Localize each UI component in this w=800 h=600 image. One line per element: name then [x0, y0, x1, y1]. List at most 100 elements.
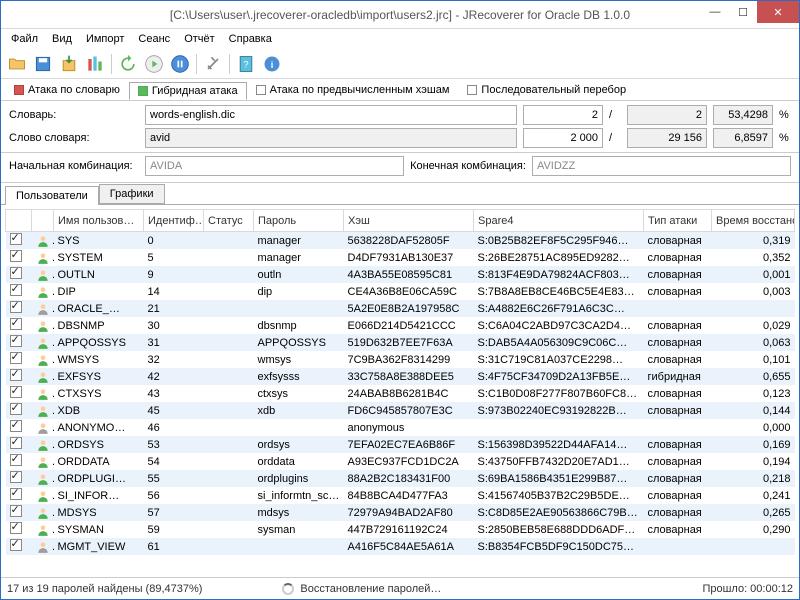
user-icon: [36, 540, 50, 554]
cell-user: ORDDATA: [54, 453, 144, 470]
close-button[interactable]: ✕: [757, 1, 799, 23]
refresh-icon[interactable]: [116, 52, 140, 76]
save-icon[interactable]: [31, 52, 55, 76]
table-row[interactable]: DBSNMP30dbsnmpE066D214D5421CCCS:C6A04C2A…: [6, 317, 795, 334]
row-checkbox[interactable]: [10, 386, 22, 398]
cell-time: 0,123: [712, 385, 795, 402]
menu-import[interactable]: Импорт: [80, 31, 130, 47]
tab-charts[interactable]: Графики: [99, 184, 165, 204]
table-row[interactable]: MGMT_VIEW61A416F5C84AE5A61AS:B8354FCB5DF…: [6, 538, 795, 555]
table-row[interactable]: ORDSYS53ordsys7EFA02EC7EA6B86FS:156398D3…: [6, 436, 795, 453]
cell-status: [204, 504, 254, 521]
table-row[interactable]: XDB45xdbFD6C945857807E3CS:973B02240EC931…: [6, 402, 795, 419]
row-checkbox[interactable]: [10, 454, 22, 466]
users-grid[interactable]: Имя пользов… Идентиф… Статус Пароль Хэш …: [1, 205, 799, 577]
separator: [196, 54, 197, 74]
row-checkbox[interactable]: [10, 437, 22, 449]
header-row: Имя пользов… Идентиф… Статус Пароль Хэш …: [6, 210, 795, 232]
maximize-button[interactable]: ☐: [729, 1, 757, 23]
tab-hybrid[interactable]: Гибридная атака: [129, 82, 247, 100]
table-row[interactable]: WMSYS32wmsys7C9BA362F8314299S:31C719C81A…: [6, 351, 795, 368]
menubar: Файл Вид Импорт Сеанс Отчёт Справка: [1, 29, 799, 49]
col-spare4[interactable]: Spare4: [474, 210, 644, 232]
titlebar: [C:\Users\user\.jrecoverer-oracledb\impo…: [1, 1, 799, 29]
table-row[interactable]: SYSTEM5managerD4DF7931AB130E37S:26BE2875…: [6, 249, 795, 266]
start-comb-input[interactable]: [145, 156, 404, 176]
menu-report[interactable]: Отчёт: [178, 31, 220, 47]
row-checkbox[interactable]: [10, 522, 22, 534]
table-row[interactable]: SI_INFOR…56si_informtn_sc…84B8BCA4D477FA…: [6, 487, 795, 504]
dict-input[interactable]: [145, 105, 517, 125]
play-icon[interactable]: [142, 52, 166, 76]
row-checkbox[interactable]: [10, 369, 22, 381]
row-checkbox[interactable]: [10, 352, 22, 364]
menu-session[interactable]: Сеанс: [132, 31, 176, 47]
row-checkbox[interactable]: [10, 284, 22, 296]
cell-attack: словарная: [644, 249, 712, 266]
pause-icon[interactable]: [168, 52, 192, 76]
menu-file[interactable]: Файл: [5, 31, 44, 47]
row-checkbox[interactable]: [10, 505, 22, 517]
tab-users[interactable]: Пользователи: [5, 186, 99, 205]
dict-cur[interactable]: [523, 105, 603, 125]
table-row[interactable]: MDSYS57mdsys72979A94BAD2AF80S:C8D85E2AE9…: [6, 504, 795, 521]
col-user[interactable]: Имя пользов…: [54, 210, 144, 232]
import-icon[interactable]: [57, 52, 81, 76]
tab-precomputed[interactable]: Атака по предвычисленным хэшам: [247, 81, 459, 99]
menu-help[interactable]: Справка: [223, 31, 278, 47]
cell-hash: 33C758A8E388DEE5: [344, 368, 474, 385]
table-row[interactable]: CTXSYS43ctxsys24ABAB8B6281B4CS:C1B0D08F2…: [6, 385, 795, 402]
col-hash[interactable]: Хэш: [344, 210, 474, 232]
table-row[interactable]: OUTLN9outln4A3BA55E08595C81S:813F4E9DA79…: [6, 266, 795, 283]
word-cur[interactable]: [523, 128, 603, 148]
tab-dictionary[interactable]: Атака по словарю: [5, 81, 129, 99]
col-check[interactable]: [6, 210, 32, 232]
table-row[interactable]: SYSMAN59sysman447B729161192C24S:2850BEB5…: [6, 521, 795, 538]
table-row[interactable]: EXFSYS42exfsysss33C758A8E388DEE5S:4F75CF…: [6, 368, 795, 385]
info-icon[interactable]: i: [260, 52, 284, 76]
reports-icon[interactable]: [83, 52, 107, 76]
minimize-button[interactable]: —: [701, 1, 729, 23]
table-row[interactable]: SYS0manager5638228DAF52805FS:0B25B82EF8F…: [6, 232, 795, 250]
table-row[interactable]: ORDPLUGI…55ordplugins88A2B2C183431F00S:6…: [6, 470, 795, 487]
help-icon[interactable]: ?: [234, 52, 258, 76]
cell-attack: словарная: [644, 232, 712, 250]
row-checkbox[interactable]: [10, 420, 22, 432]
row-checkbox[interactable]: [10, 250, 22, 262]
row-checkbox[interactable]: [10, 301, 22, 313]
menu-view[interactable]: Вид: [46, 31, 78, 47]
cell-pass: sysman: [254, 521, 344, 538]
table-row[interactable]: ORDDATA54orddataA93EC937FCD1DC2AS:43750F…: [6, 453, 795, 470]
table-row[interactable]: DIP14dipCE4A36B8E06CA59CS:7B8A8EB8CE46BC…: [6, 283, 795, 300]
col-id[interactable]: Идентиф…: [144, 210, 204, 232]
col-attack[interactable]: Тип атаки: [644, 210, 712, 232]
cell-status: [204, 334, 254, 351]
row-checkbox[interactable]: [10, 471, 22, 483]
row-checkbox[interactable]: [10, 267, 22, 279]
col-status[interactable]: Статус: [204, 210, 254, 232]
row-checkbox[interactable]: [10, 318, 22, 330]
attack-tabs: Атака по словарю Гибридная атака Атака п…: [1, 79, 799, 101]
cell-id: 55: [144, 470, 204, 487]
table-row[interactable]: ANONYMO…46anonymous0,000: [6, 419, 795, 436]
sub-tabs: Пользователи Графики: [1, 183, 799, 205]
row-checkbox[interactable]: [10, 233, 22, 245]
row-checkbox[interactable]: [10, 335, 22, 347]
row-checkbox[interactable]: [10, 403, 22, 415]
col-icon[interactable]: [32, 210, 54, 232]
cell-attack: [644, 300, 712, 317]
open-icon[interactable]: [5, 52, 29, 76]
settings-icon[interactable]: [201, 52, 225, 76]
end-comb-input[interactable]: [532, 156, 791, 176]
col-pass[interactable]: Пароль: [254, 210, 344, 232]
cell-hash: 447B729161192C24: [344, 521, 474, 538]
cell-id: 56: [144, 487, 204, 504]
col-time[interactable]: Время восстанов…: [712, 210, 795, 232]
row-checkbox[interactable]: [10, 488, 22, 500]
table-row[interactable]: ORACLE_…215A2E0E8B2A197958CS:A4882E6C26F…: [6, 300, 795, 317]
table-row[interactable]: APPQOSSYS31APPQOSSYS519D632B7EE7F63AS:DA…: [6, 334, 795, 351]
tab-bruteforce[interactable]: Последовательный перебор: [458, 81, 635, 99]
row-checkbox[interactable]: [10, 539, 22, 551]
cell-spare4: S:C8D85E2AE90563866C79B…: [474, 504, 644, 521]
checkbox-icon: [138, 86, 148, 96]
